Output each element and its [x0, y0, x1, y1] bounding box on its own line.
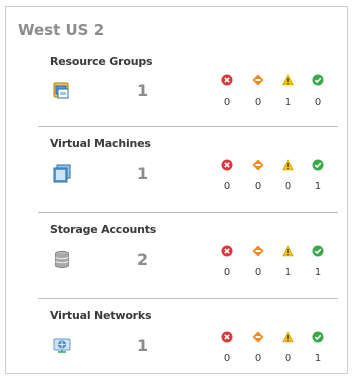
critical-count: 0	[254, 353, 262, 364]
resource-count: 1	[137, 164, 149, 183]
card-title: Virtual Machines	[50, 137, 151, 150]
resource-card-storage-accounts[interactable]: Storage Accounts 2 0 0 1 1	[38, 212, 338, 297]
region-panel: West US 2 Resource Groups 1 0 0 1 0 Virt…	[5, 6, 348, 374]
error-icon	[221, 245, 233, 257]
resource-group-icon	[53, 82, 69, 99]
warning-count: 0	[284, 353, 292, 364]
warning-count: 1	[284, 97, 292, 108]
ok-icon	[312, 74, 324, 86]
storage-account-icon	[55, 250, 69, 269]
warning-count: 0	[284, 181, 292, 192]
critical-count: 0	[254, 181, 262, 192]
card-title: Resource Groups	[50, 55, 153, 68]
resource-card-virtual-networks[interactable]: Virtual Networks 1 0 0 0 1	[38, 298, 338, 383]
resource-count: 2	[137, 250, 149, 269]
region-title: West US 2	[18, 21, 105, 39]
critical-count: 0	[254, 267, 262, 278]
resource-count: 1	[137, 81, 149, 100]
ok-count: 0	[314, 97, 322, 108]
error-count: 0	[223, 181, 231, 192]
resource-card-virtual-machines[interactable]: Virtual Machines 1 0 0 0 1	[38, 126, 338, 211]
ok-icon	[312, 245, 324, 257]
warning-count: 1	[284, 267, 292, 278]
resource-count: 1	[137, 336, 149, 355]
warning-icon	[282, 159, 294, 171]
virtual-machine-icon	[53, 164, 71, 183]
ok-count: 1	[314, 181, 322, 192]
card-title: Storage Accounts	[50, 223, 157, 236]
warning-icon	[282, 74, 294, 86]
error-icon	[221, 159, 233, 171]
ok-count: 1	[314, 353, 322, 364]
error-count: 0	[223, 353, 231, 364]
resource-card-resource-groups[interactable]: Resource Groups 1 0 0 1 0	[38, 47, 338, 132]
error-icon	[221, 331, 233, 343]
warning-icon	[282, 245, 294, 257]
critical-icon	[252, 331, 264, 343]
critical-icon	[252, 245, 264, 257]
critical-icon	[252, 74, 264, 86]
critical-count: 0	[254, 97, 262, 108]
ok-icon	[312, 331, 324, 343]
error-icon	[221, 74, 233, 86]
error-count: 0	[223, 267, 231, 278]
card-title: Virtual Networks	[50, 309, 152, 322]
warning-icon	[282, 331, 294, 343]
critical-icon	[252, 159, 264, 171]
virtual-network-icon	[53, 338, 71, 353]
ok-icon	[312, 159, 324, 171]
error-count: 0	[223, 97, 231, 108]
ok-count: 1	[314, 267, 322, 278]
